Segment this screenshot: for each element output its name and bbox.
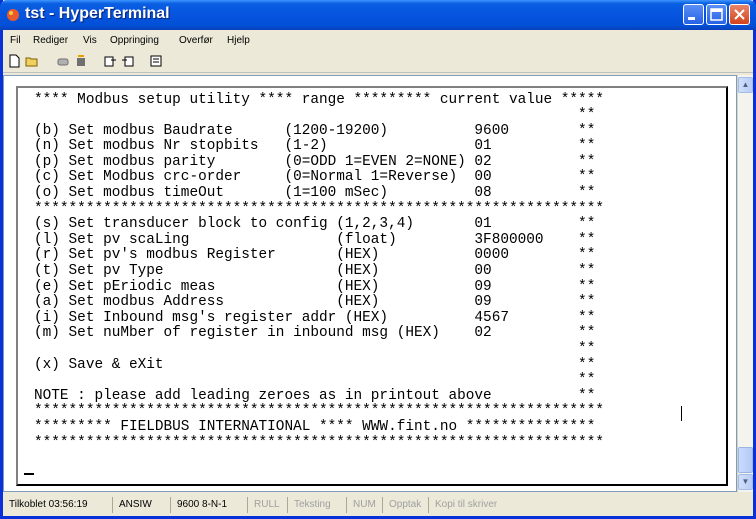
connect-icon[interactable] [56, 54, 70, 68]
term-line: (e) Set pEriodic meas (HEX) 09 ** [34, 279, 596, 295]
minimize-icon [688, 17, 695, 20]
vertical-scrollbar[interactable]: ▲ ▼ [737, 75, 753, 492]
close-button[interactable] [729, 4, 750, 25]
disconnect-icon[interactable] [74, 54, 88, 68]
term-line: (t) Set pv Type (HEX) 00 ** [34, 263, 596, 279]
scroll-down-button[interactable]: ▼ [738, 474, 753, 490]
term-line: (l) Set pv scaLing (float) 3F800000 ** [34, 232, 596, 248]
chevron-down-icon: ▼ [741, 477, 750, 486]
close-icon [734, 9, 745, 20]
terminal-client-area[interactable]: **** Modbus setup utility **** range ***… [3, 75, 737, 492]
term-line: (b) Set modbus Baudrate (1200-19200) 960… [34, 123, 596, 139]
window-title: tst - HyperTerminal [25, 5, 170, 22]
menu-bar: Fil Rediger Vis Oppringing Overfør Hjelp [3, 30, 753, 50]
menu-oppringing[interactable]: Oppringing [110, 35, 159, 46]
term-line: (n) Set modbus Nr stopbits (1-2) 01 ** [34, 138, 596, 154]
status-settings: 9600 8-N-1 [174, 497, 248, 513]
menu-rediger[interactable]: Rediger [33, 35, 68, 46]
status-print: Kopi til skriver [435, 499, 498, 510]
maximize-icon [710, 8, 723, 21]
new-icon[interactable] [7, 54, 21, 68]
term-line: (c) Set Modbus crc-order (0=Normal 1=Rev… [34, 169, 596, 185]
scroll-up-button[interactable]: ▲ [738, 77, 753, 93]
term-line: (x) Save & eXit ** [34, 357, 596, 373]
term-line: ****************************************… [34, 201, 604, 217]
menu-fil[interactable]: Fil [10, 35, 21, 46]
toolbar [3, 50, 753, 73]
term-line: (p) Set modbus parity (0=ODD 1=EVEN 2=NO… [34, 154, 596, 170]
menu-hjelp[interactable]: Hjelp [227, 35, 250, 46]
chevron-up-icon: ▲ [741, 80, 750, 89]
status-num: NUM [350, 497, 383, 513]
status-emulation: ANSIW [116, 497, 171, 513]
menu-vis[interactable]: Vis [83, 35, 97, 46]
term-line: ********* FIELDBUS INTERNATIONAL **** WW… [34, 419, 596, 435]
status-capture: Teksting [291, 497, 347, 513]
status-record: Opptak [386, 497, 429, 513]
minimize-button[interactable] [683, 4, 704, 25]
status-connected: Tilkoblet 03:56:19 [6, 497, 113, 513]
term-line: NOTE : please add leading zeroes as in p… [34, 388, 596, 404]
term-line: (r) Set pv's modbus Register (HEX) 0000 … [34, 247, 596, 263]
hyperterminal-window: tst - HyperTerminal Fil Rediger Vis Oppr… [0, 0, 756, 519]
open-icon[interactable] [25, 54, 39, 68]
status-scroll: RULL [251, 497, 288, 513]
menu-overfor[interactable]: Overfør [179, 35, 213, 46]
term-line: (s) Set transducer block to config (1,2,… [34, 216, 596, 232]
title-bar[interactable]: tst - HyperTerminal [0, 0, 756, 30]
term-line: (o) Set modbus timeOut (1=100 mSec) 08 *… [34, 185, 596, 201]
term-line: **** Modbus setup utility **** range ***… [34, 92, 604, 108]
term-line: (a) Set modbus Address (HEX) 09 ** [34, 294, 596, 310]
term-line: ****************************************… [34, 403, 604, 419]
scroll-thumb[interactable] [738, 447, 753, 473]
term-line: ** [34, 341, 596, 357]
term-line: (i) Set Inbound msg's register addr (HEX… [34, 310, 596, 326]
terminal-screen[interactable]: **** Modbus setup utility **** range ***… [16, 86, 728, 486]
term-line: (m) Set nuMber of register in inbound ms… [34, 325, 596, 341]
term-line: ** [34, 107, 596, 123]
receive-icon[interactable] [121, 54, 135, 68]
mouse-ibeam-cursor [681, 406, 682, 421]
send-icon[interactable] [103, 54, 117, 68]
properties-icon[interactable] [149, 54, 163, 68]
hyperterminal-icon [7, 9, 19, 21]
maximize-button[interactable] [706, 4, 727, 25]
term-line: ****************************************… [34, 435, 604, 451]
text-cursor [24, 473, 34, 475]
status-bar: Tilkoblet 03:56:19 ANSIW 9600 8-N-1 RULL… [3, 494, 753, 516]
term-line: ** [34, 372, 596, 388]
